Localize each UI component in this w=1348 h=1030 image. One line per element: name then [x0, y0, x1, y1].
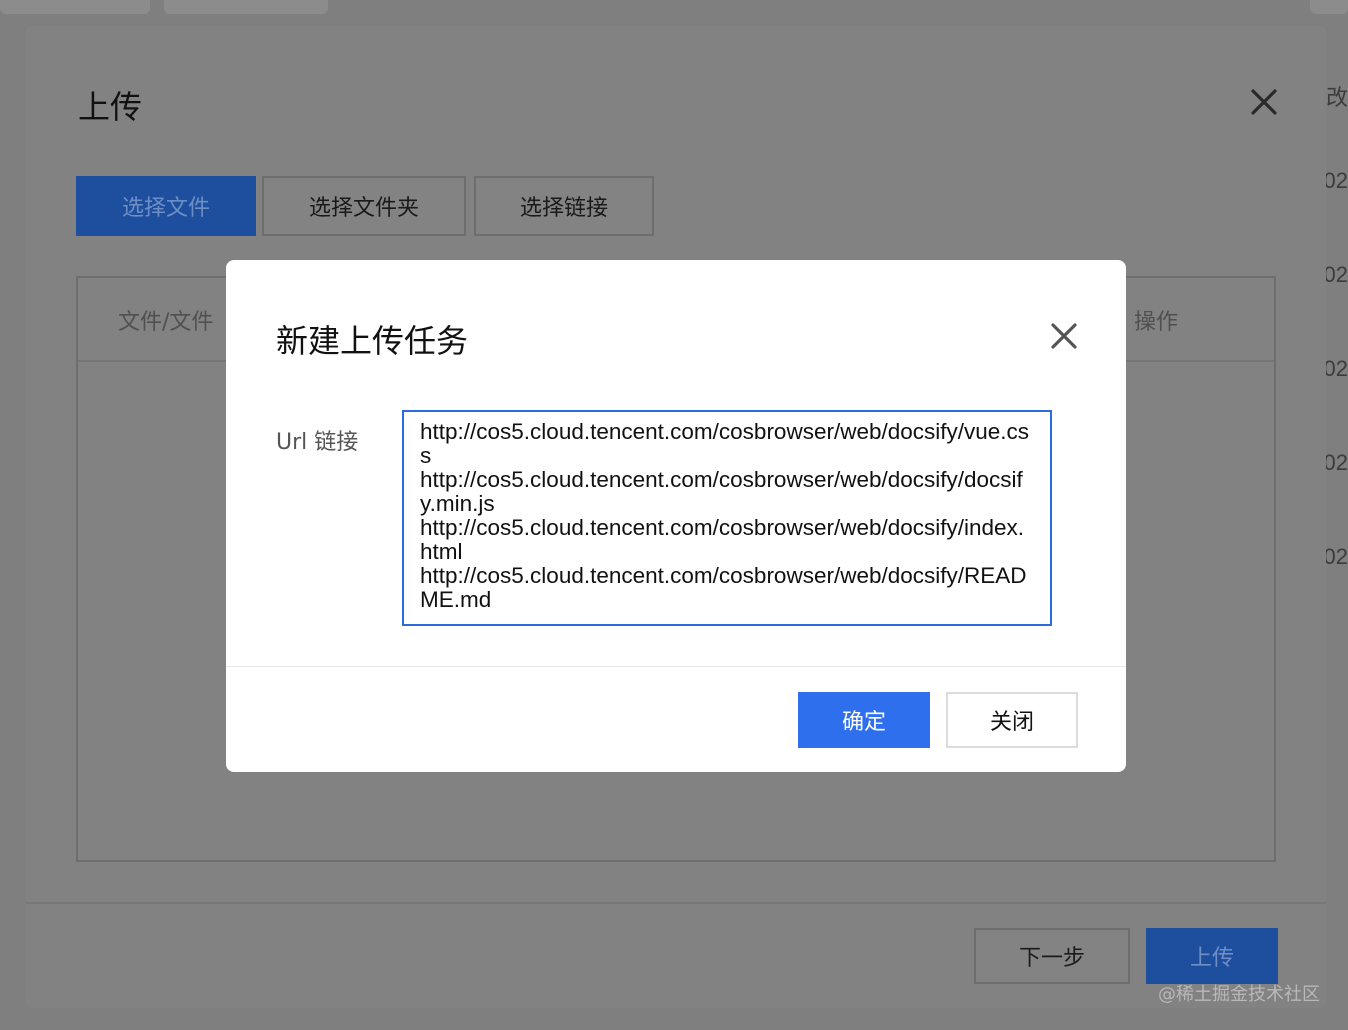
background-top-strip — [0, 0, 1348, 20]
column-header-file: 文件/文件 — [118, 310, 214, 335]
upload-button[interactable]: 上传 — [1146, 928, 1278, 984]
modal-close-icon[interactable] — [1048, 320, 1080, 352]
upload-dialog-divider — [26, 902, 1326, 904]
new-upload-task-modal: 新建上传任务 Url 链接 确定 关闭 — [226, 260, 1126, 772]
bg-fragment: 02 — [1323, 544, 1348, 569]
modal-title: 新建上传任务 — [276, 322, 469, 360]
bg-fragment: 改 — [1325, 85, 1348, 110]
close-button[interactable]: 关闭 — [946, 692, 1078, 748]
column-header-action: 操作 — [1134, 310, 1179, 335]
modal-divider — [226, 666, 1126, 667]
bg-fragment: 02 — [1323, 450, 1348, 475]
bg-fragment: 02 — [1323, 262, 1348, 287]
confirm-button[interactable]: 确定 — [798, 692, 930, 748]
select-folder-button[interactable]: 选择文件夹 — [262, 176, 466, 236]
watermark: @稀土掘金技术社区 — [1158, 984, 1320, 1005]
bg-fragment: 02 — [1323, 356, 1348, 381]
bg-fragment: 02 — [1323, 168, 1348, 193]
url-textarea[interactable] — [402, 410, 1052, 626]
next-step-button[interactable]: 下一步 — [974, 928, 1130, 984]
upload-dialog-title: 上传 — [78, 88, 143, 126]
url-label: Url 链接 — [276, 430, 359, 455]
upload-dialog-close-icon[interactable] — [1248, 86, 1280, 118]
select-file-button[interactable]: 选择文件 — [76, 176, 256, 236]
select-link-button[interactable]: 选择链接 — [474, 176, 654, 236]
